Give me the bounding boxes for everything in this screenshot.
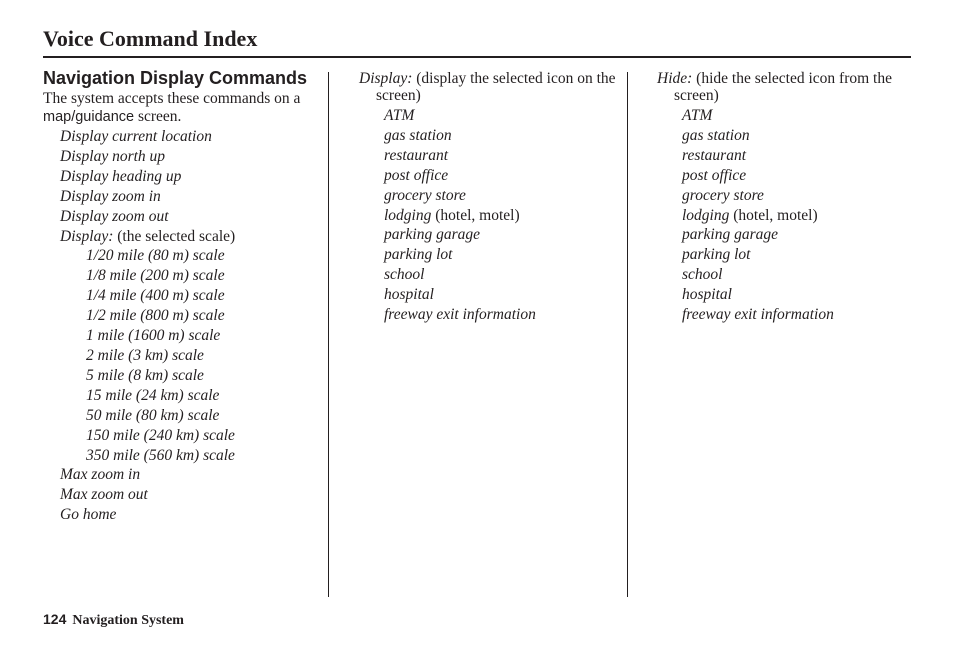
page-footer: 124 Navigation System <box>43 610 184 630</box>
command-text: ATM <box>682 107 713 124</box>
command-text: post office <box>682 166 747 184</box>
command-note: (display the selected icon on the screen… <box>376 70 616 104</box>
scale-command-item: 1/4 mile (400 m) scale <box>86 287 225 305</box>
command-text: restaurant <box>682 146 747 164</box>
intro-text-start: The system accepts these commands on a <box>43 90 301 107</box>
icon-command-item: ATM <box>657 106 917 126</box>
icon-command-item: parking lot <box>657 245 917 265</box>
scale-command-item: 1/2 mile (800 m) scale <box>86 307 225 325</box>
command-item: Display heading up <box>60 167 182 185</box>
scale-command-item: 5 mile (8 km) scale <box>86 366 204 384</box>
scale-command-item: 1/8 mile (200 m) scale <box>86 267 225 285</box>
command-note: (hotel, motel) <box>431 206 520 224</box>
command-text: ATM <box>384 107 415 124</box>
icon-command-item: post office <box>657 166 917 186</box>
command-text: lodging <box>384 206 432 224</box>
command-text: post office <box>384 166 449 184</box>
screen-term: map/guidance <box>43 109 135 125</box>
hide-icon-commands-column: Hide: (hide the selected icon from the s… <box>657 68 917 325</box>
scale-command-item: 50 mile (80 km) scale <box>86 406 220 424</box>
command-keyword: Display: <box>359 70 413 87</box>
scale-command-item: 150 mile (240 km) scale <box>86 426 235 444</box>
command-text: gas station <box>384 126 452 144</box>
command-note: (hide the selected icon from the screen) <box>674 70 892 104</box>
command-text: hospital <box>682 286 732 304</box>
command-text: parking garage <box>384 226 481 244</box>
icon-command-item: hospital <box>359 285 619 305</box>
command-item: Max zoom out <box>60 486 148 504</box>
command-text: school <box>384 266 425 284</box>
hide-icon-command-group: Hide: (hide the selected icon from the s… <box>657 70 917 104</box>
command-note: (hotel, motel) <box>729 206 818 224</box>
command-text: parking lot <box>384 246 453 264</box>
command-item: Max zoom in <box>60 466 141 484</box>
icon-command-item: restaurant <box>657 146 917 166</box>
icon-command-item: hospital <box>657 285 917 305</box>
icon-command-item: grocery store <box>657 186 917 206</box>
command-item: Display zoom out <box>60 207 169 225</box>
scale-command-item: 350 mile (560 km) scale <box>86 446 235 464</box>
intro-text: The system accepts these commands on a m… <box>43 90 323 126</box>
command-item: Display zoom in <box>60 187 161 205</box>
command-text: freeway exit information <box>384 306 536 324</box>
command-keyword: Display: <box>60 227 114 245</box>
icon-command-item: post office <box>359 166 619 186</box>
icon-command-item: ATM <box>359 106 619 126</box>
title-divider <box>43 56 911 58</box>
command-text: grocery store <box>682 186 764 204</box>
command-text: hospital <box>384 286 434 304</box>
icon-command-list: ATM gas station restaurant post office g… <box>657 106 917 325</box>
intro-text-end: screen. <box>134 108 182 125</box>
command-text: freeway exit information <box>682 306 834 324</box>
icon-command-item: gas station <box>657 126 917 146</box>
icon-command-item: grocery store <box>359 186 619 206</box>
column-divider <box>328 72 329 597</box>
icon-command-item: freeway exit information <box>657 305 917 325</box>
scale-command-item: 1 mile (1600 m) scale <box>86 327 221 345</box>
icon-command-item: restaurant <box>359 146 619 166</box>
icon-command-item: parking lot <box>359 245 619 265</box>
command-text: parking garage <box>682 226 779 244</box>
icon-command-item: parking garage <box>657 225 917 245</box>
display-icon-command-group: Display: (display the selected icon on t… <box>359 70 619 104</box>
scale-command-item: 15 mile (24 km) scale <box>86 386 220 404</box>
icon-command-item: school <box>657 265 917 285</box>
page-number: 124 <box>43 611 67 627</box>
section-heading: Navigation Display Commands <box>43 68 308 88</box>
command-text: school <box>682 266 723 284</box>
icon-command-item: parking garage <box>359 225 619 245</box>
command-item: Display north up <box>60 147 166 165</box>
command-text: parking lot <box>682 246 751 264</box>
icon-command-list: ATM gas station restaurant post office g… <box>359 106 619 325</box>
command-item: Display current location <box>60 128 212 145</box>
icon-command-item: freeway exit information <box>359 305 619 325</box>
command-item: Go home <box>60 506 117 524</box>
display-icon-commands-column: Display: (display the selected icon on t… <box>359 68 619 325</box>
command-text: gas station <box>682 126 750 144</box>
page-title: Voice Command Index <box>43 26 258 51</box>
navigation-display-commands-column: Navigation Display Commands The system a… <box>43 68 323 525</box>
footer-section-label: Navigation System <box>72 613 184 628</box>
command-text: grocery store <box>384 186 466 204</box>
command-text: lodging <box>682 206 730 224</box>
scale-command-item: 2 mile (3 km) scale <box>86 346 204 364</box>
icon-command-item: lodging (hotel, motel) <box>359 206 619 226</box>
command-list: Display current location Display north u… <box>43 127 323 525</box>
column-divider <box>627 72 628 597</box>
icon-command-item: school <box>359 265 619 285</box>
command-text: restaurant <box>384 146 449 164</box>
command-note: (the selected scale) <box>113 227 236 245</box>
icon-command-item: gas station <box>359 126 619 146</box>
scale-command-group: Display: (the selected scale) <box>43 227 323 247</box>
scale-command-item: 1/20 mile (80 m) scale <box>86 247 225 265</box>
icon-command-item: lodging (hotel, motel) <box>657 206 917 226</box>
command-keyword: Hide: <box>657 70 693 87</box>
